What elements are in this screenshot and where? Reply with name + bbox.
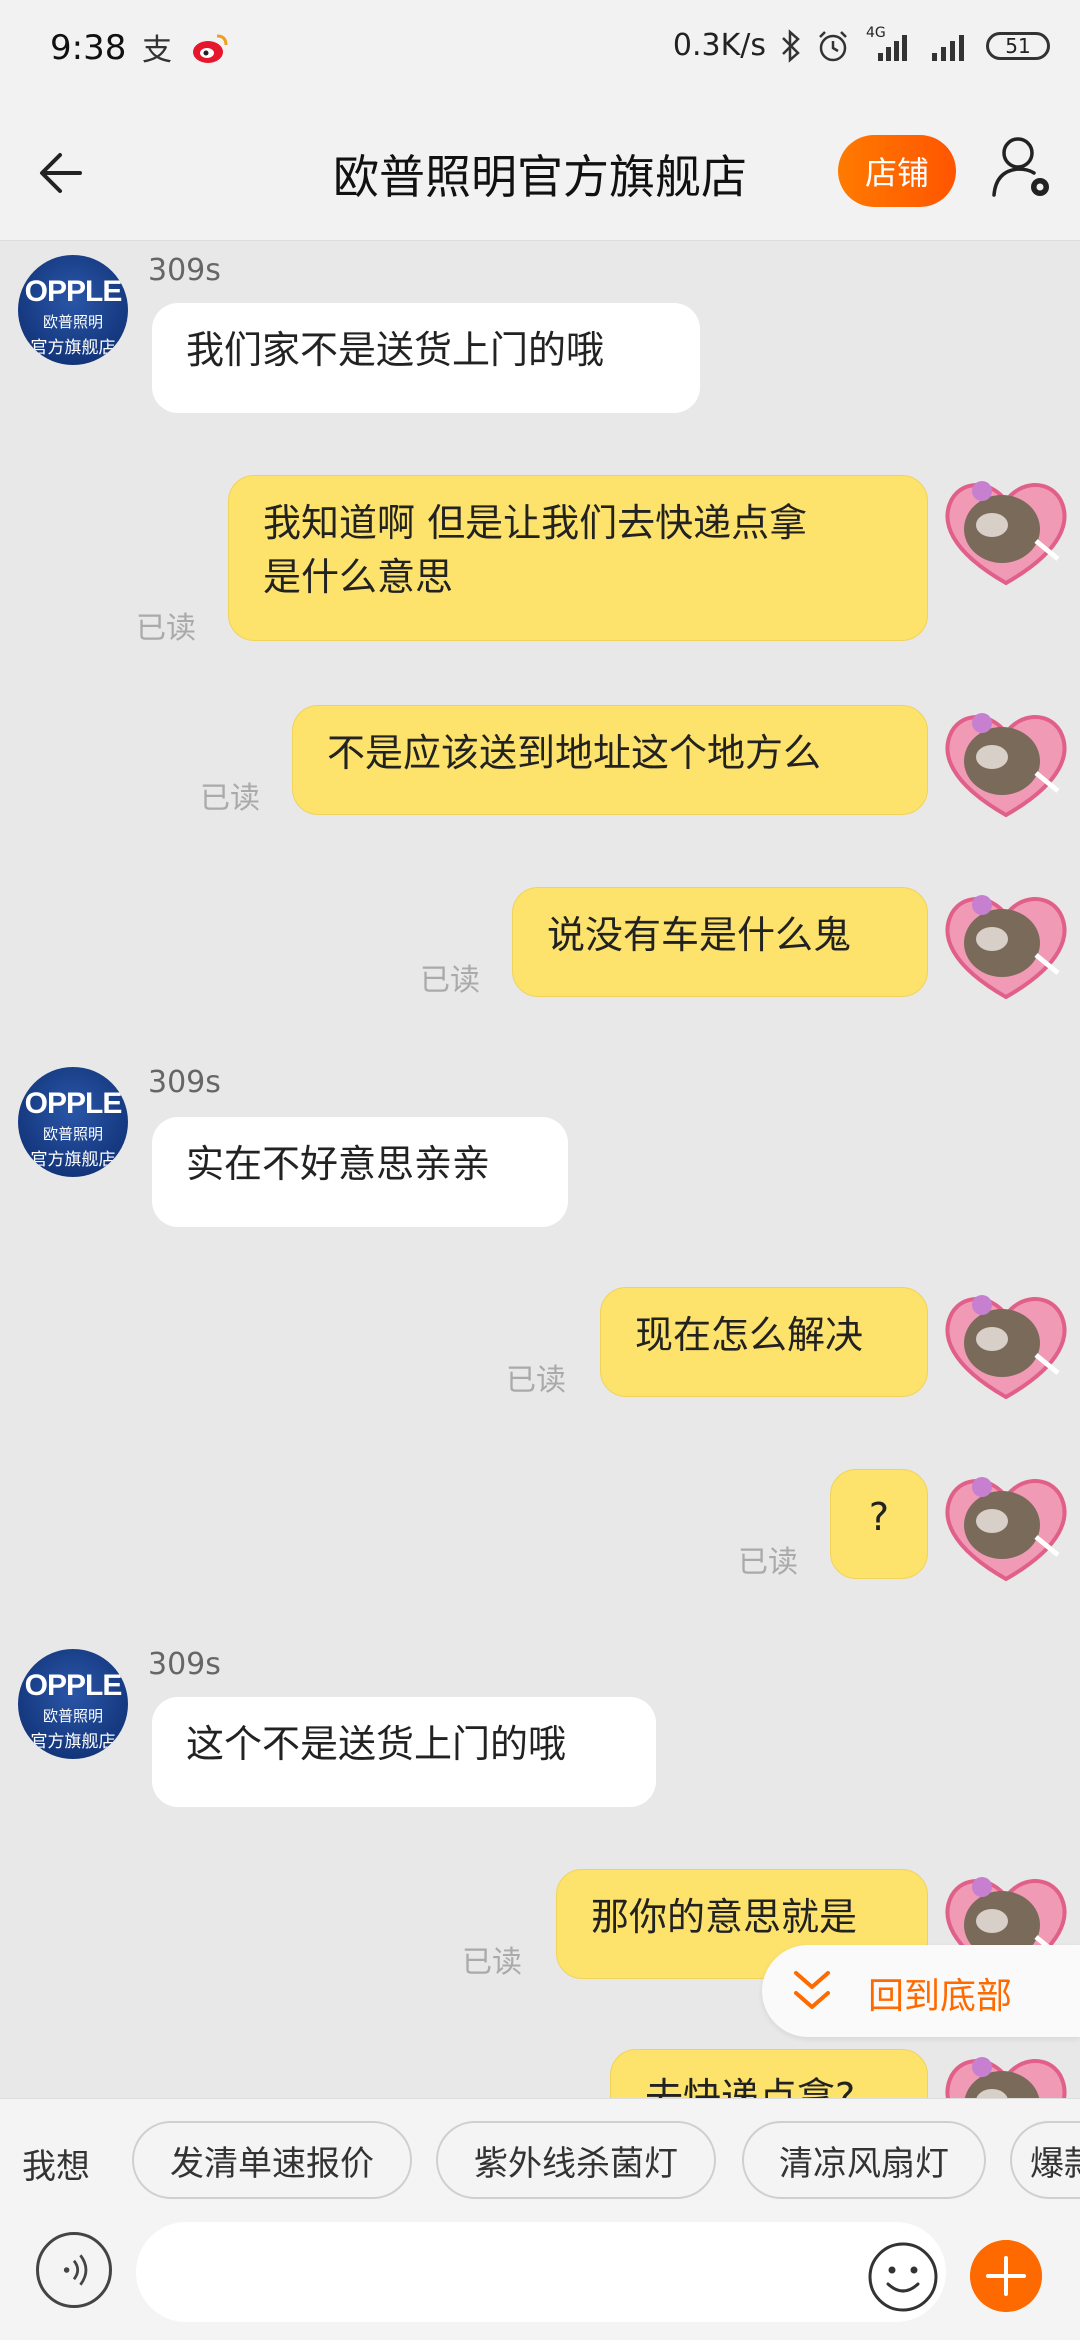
sender-name: 309s [148,1647,221,1682]
suggestion-label: 我想 [22,2147,90,2187]
voice-icon[interactable] [36,2232,112,2308]
message-bubble[interactable]: 我知道啊 但是让我们去快递点拿 是什么意思 [228,475,928,641]
suggestion-bar: 我想 发清单速报价 紫外线杀菌灯 清凉风扇灯 爆款 [0,2098,1080,2219]
read-receipt: 已读 [200,781,260,816]
network-speed: 0.3K/s [672,28,766,63]
header: 欧普照明官方旗舰店 店铺 [0,105,1080,241]
read-receipt: 已读 [420,963,480,998]
message-bubble[interactable]: 我们家不是送货上门的哦 [152,303,700,413]
signal-icon-2 [932,34,964,61]
suggestion-chip[interactable]: 发清单速报价 [132,2121,412,2199]
shop-avatar[interactable]: OPPLE 欧普照明 官方旗舰店 [18,1067,128,1177]
status-bar: 9:38 支 0.3K/s 4G 51 [0,0,1080,105]
my-avatar[interactable] [940,1467,1072,1585]
input-bar [0,2218,1080,2340]
sender-name: 309s [148,253,221,288]
read-receipt: 已读 [738,1545,798,1580]
weibo-icon [193,34,228,63]
suggestion-chip[interactable]: 爆款 [1010,2121,1080,2199]
message-bubble[interactable]: 这个不是送货上门的哦 [152,1697,656,1807]
back-to-bottom-button[interactable]: 回到底部 [762,1945,1080,2037]
message-bubble[interactable]: ? [830,1469,928,1579]
signal-icon: 4G [864,25,916,63]
battery-icon: 51 [986,31,1050,60]
suggestion-chip[interactable]: 清凉风扇灯 [742,2121,986,2199]
shop-avatar[interactable]: OPPLE 欧普照明 官方旗舰店 [18,255,128,365]
message-bubble[interactable]: 去快递点拿? [610,2049,928,2098]
alarm-icon [819,30,847,61]
my-avatar[interactable] [940,471,1072,589]
suggestion-chip[interactable]: 紫外线杀菌灯 [436,2121,716,2199]
sender-name: 309s [148,1065,221,1100]
my-avatar[interactable] [940,703,1072,821]
message-input[interactable] [136,2222,946,2322]
status-time: 9:38 [50,28,127,68]
shop-button[interactable]: 店铺 [838,135,956,207]
message-bubble[interactable]: 实在不好意思亲亲 [152,1117,568,1227]
my-avatar[interactable] [940,885,1072,1003]
emoji-icon[interactable] [866,2240,940,2314]
plus-icon[interactable] [970,2240,1042,2312]
double-chevron-down-icon [794,1971,830,2009]
shop-avatar[interactable]: OPPLE 欧普照明 官方旗舰店 [18,1649,128,1759]
message-bubble[interactable]: 不是应该送到地址这个地方么 [292,705,928,815]
my-avatar[interactable] [940,2047,1072,2098]
read-receipt: 已读 [462,1945,522,1980]
bluetooth-icon [782,28,800,63]
read-receipt: 已读 [506,1363,566,1398]
message-bubble[interactable]: 现在怎么解决 [600,1287,928,1397]
message-bubble[interactable]: 说没有车是什么鬼 [512,887,928,997]
battery-level: 51 [1005,33,1031,58]
user-settings-icon[interactable] [988,133,1058,203]
back-to-bottom-label: 回到底部 [868,1976,1013,2017]
svg-text:支: 支 [142,33,172,66]
read-receipt: 已读 [136,611,196,646]
chat-area[interactable]: OPPLE 欧普照明 官方旗舰店 309s 我们家不是送货上门的哦 我知道啊 但… [0,241,1080,2098]
alipay-icon: 支 [142,33,172,66]
my-avatar[interactable] [940,1285,1072,1403]
